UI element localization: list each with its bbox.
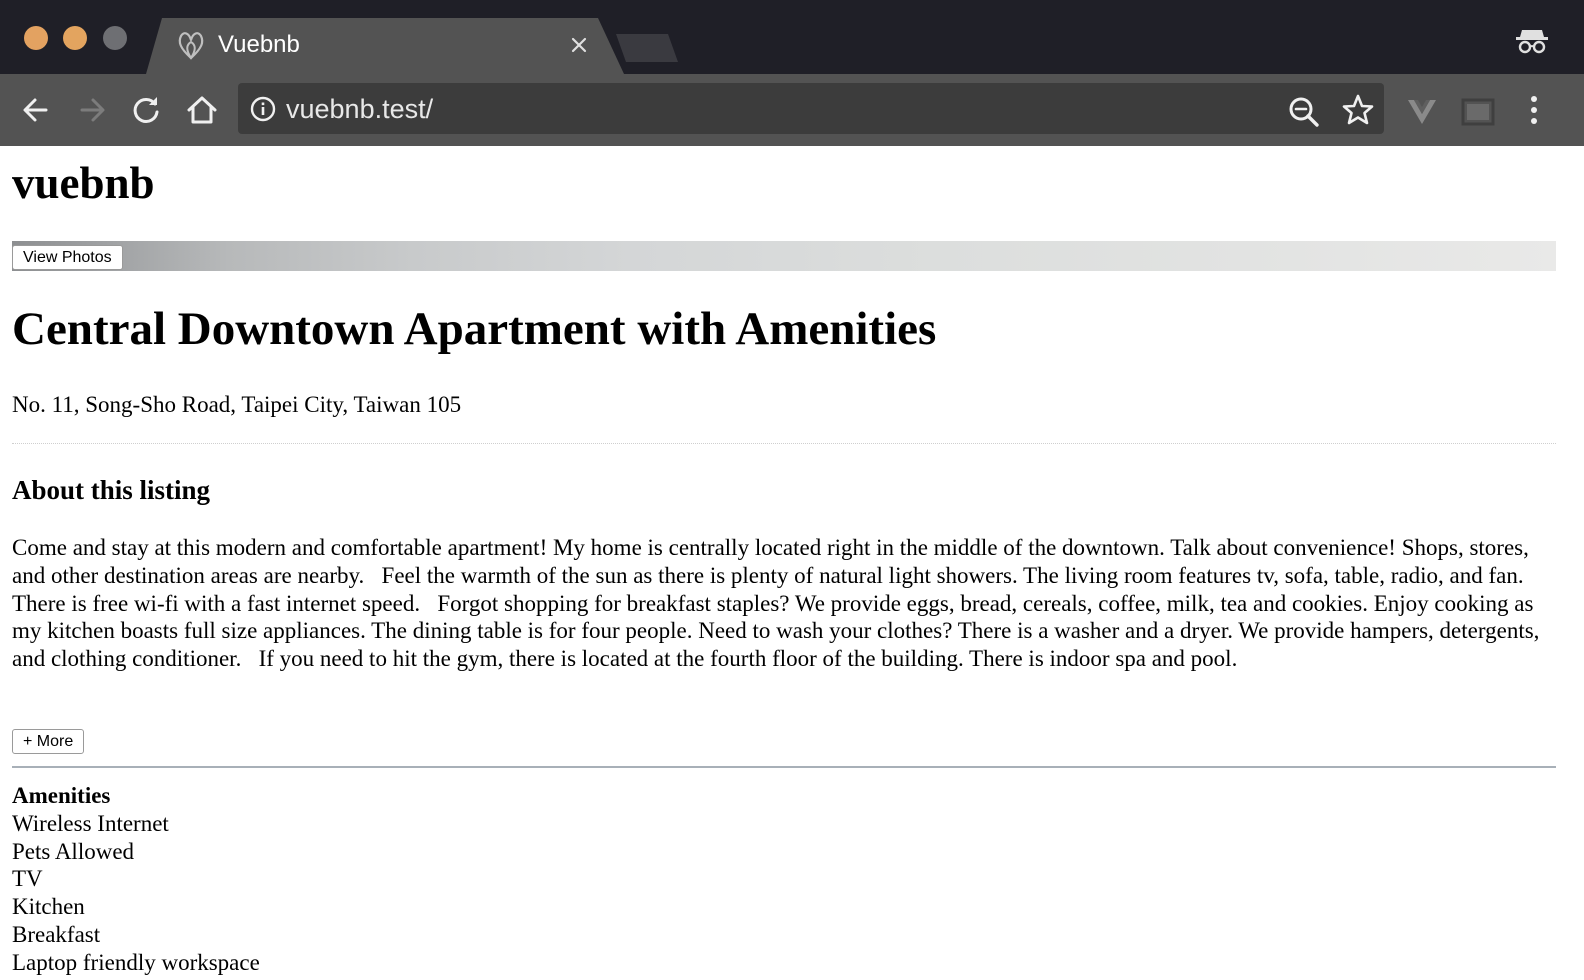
listing-address: No. 11, Song-Sho Road, Taipei City, Taiw… <box>12 392 462 417</box>
star-icon[interactable] <box>1340 92 1376 128</box>
window-minimize-button[interactable] <box>63 26 87 50</box>
arrow-left-icon[interactable] <box>18 92 54 128</box>
amenities-section: Amenities Wireless Internet Pets Allowed… <box>12 782 260 977</box>
page-content: vuebnb View Photos Central Downtown Apar… <box>0 146 1584 980</box>
amenities-heading: Amenities <box>12 783 111 808</box>
divider <box>12 443 1556 444</box>
amenities-list: Wireless Internet Pets Allowed TV Kitche… <box>12 810 260 977</box>
about-description: Come and stay at this modern and comfort… <box>12 535 1546 672</box>
site-title: vuebnb <box>12 158 155 208</box>
address-bar-url[interactable]: vuebnb.test/ <box>286 92 433 126</box>
kebab-menu-icon[interactable] <box>1516 92 1552 128</box>
reload-icon[interactable] <box>128 92 164 128</box>
new-tab-button[interactable] <box>616 34 678 62</box>
airbnb-logo-icon <box>178 32 204 60</box>
more-button[interactable]: + More <box>12 729 85 754</box>
arrow-right-icon[interactable] <box>74 92 110 128</box>
vue-devtools-icon[interactable] <box>1404 94 1440 130</box>
amenity-item: Wireless Internet <box>12 810 169 836</box>
close-icon[interactable] <box>568 34 590 56</box>
amenity-item: Pets Allowed <box>12 838 135 864</box>
view-photos-button[interactable]: View Photos <box>12 245 123 270</box>
listing-header-image[interactable] <box>12 241 1556 271</box>
listing-title: Central Downtown Apartment with Amenitie… <box>12 303 937 355</box>
home-icon[interactable] <box>184 92 220 128</box>
amenity-item: Laptop friendly workspace <box>12 949 260 975</box>
zoom-out-icon[interactable] <box>1286 94 1322 130</box>
info-icon[interactable] <box>250 96 276 122</box>
amenity-item: TV <box>12 866 43 892</box>
cast-icon[interactable] <box>1460 94 1496 130</box>
divider <box>12 766 1556 768</box>
amenity-item: Breakfast <box>12 921 101 947</box>
tab-title: Vuebnb <box>218 31 300 58</box>
window-maximize-button[interactable] <box>103 26 127 50</box>
about-heading: About this listing <box>12 475 211 505</box>
incognito-icon <box>1516 30 1548 54</box>
amenity-item: Kitchen <box>12 894 85 920</box>
window-close-button[interactable] <box>24 26 48 50</box>
